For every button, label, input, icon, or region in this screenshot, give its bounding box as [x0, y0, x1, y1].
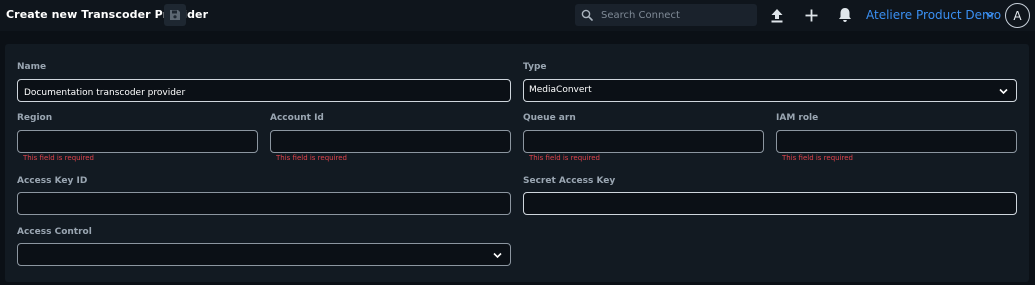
- search-icon: [581, 9, 593, 21]
- access-control-select[interactable]: [17, 243, 511, 266]
- notifications-button[interactable]: [837, 7, 853, 23]
- name-label: Name: [17, 62, 47, 72]
- add-button[interactable]: [803, 7, 819, 23]
- chevron-down-icon: [999, 88, 1008, 95]
- save-icon: [170, 10, 180, 20]
- iam-role-error: This field is required: [782, 154, 854, 162]
- chevron-down-icon: [493, 252, 502, 259]
- save-button[interactable]: [164, 4, 186, 26]
- region-error: This field is required: [23, 154, 95, 162]
- type-select[interactable]: MediaConvert: [523, 79, 1017, 102]
- access-key-id-field[interactable]: [17, 192, 511, 217]
- access-key-id-label: Access Key ID: [17, 176, 88, 186]
- queue-arn-input[interactable]: [524, 133, 763, 155]
- account-id-error: This field is required: [276, 154, 348, 162]
- secret-access-key-label: Secret Access Key: [523, 176, 616, 186]
- iam-role-input[interactable]: [777, 133, 1016, 155]
- name-field[interactable]: [17, 79, 511, 104]
- account-id-input[interactable]: [271, 133, 510, 155]
- search-box[interactable]: [575, 4, 757, 26]
- queue-arn-error: This field is required: [529, 154, 601, 162]
- avatar[interactable]: A: [1005, 3, 1030, 28]
- secret-access-key-field[interactable]: [523, 192, 1017, 217]
- plus-icon: [805, 9, 817, 21]
- account-id-field[interactable]: [270, 130, 511, 155]
- search-input[interactable]: [601, 4, 751, 26]
- top-bar: Create new Transcoder Provider Search Co…: [0, 0, 1035, 31]
- region-input[interactable]: [18, 133, 257, 155]
- secret-access-key-input[interactable]: [524, 195, 1016, 217]
- queue-arn-label: Queue arn: [523, 113, 576, 123]
- iam-role-label: IAM role: [776, 113, 819, 123]
- region-field[interactable]: [17, 130, 258, 155]
- name-input[interactable]: [18, 82, 510, 104]
- upload-icon: [771, 8, 783, 22]
- type-select-value: MediaConvert: [529, 85, 592, 95]
- iam-role-field[interactable]: [776, 130, 1017, 155]
- upload-button[interactable]: [769, 7, 785, 23]
- queue-arn-field[interactable]: [523, 130, 764, 155]
- organization-switcher[interactable]: Ateliere Product Demo: [866, 8, 1001, 22]
- type-label: Type: [523, 62, 547, 72]
- chevron-down-icon[interactable]: [985, 11, 995, 19]
- region-label: Region: [17, 113, 53, 123]
- account-id-label: Account Id: [270, 113, 324, 123]
- access-control-label: Access Control: [17, 227, 92, 237]
- bell-icon: [839, 8, 851, 22]
- access-key-id-input[interactable]: [18, 195, 510, 217]
